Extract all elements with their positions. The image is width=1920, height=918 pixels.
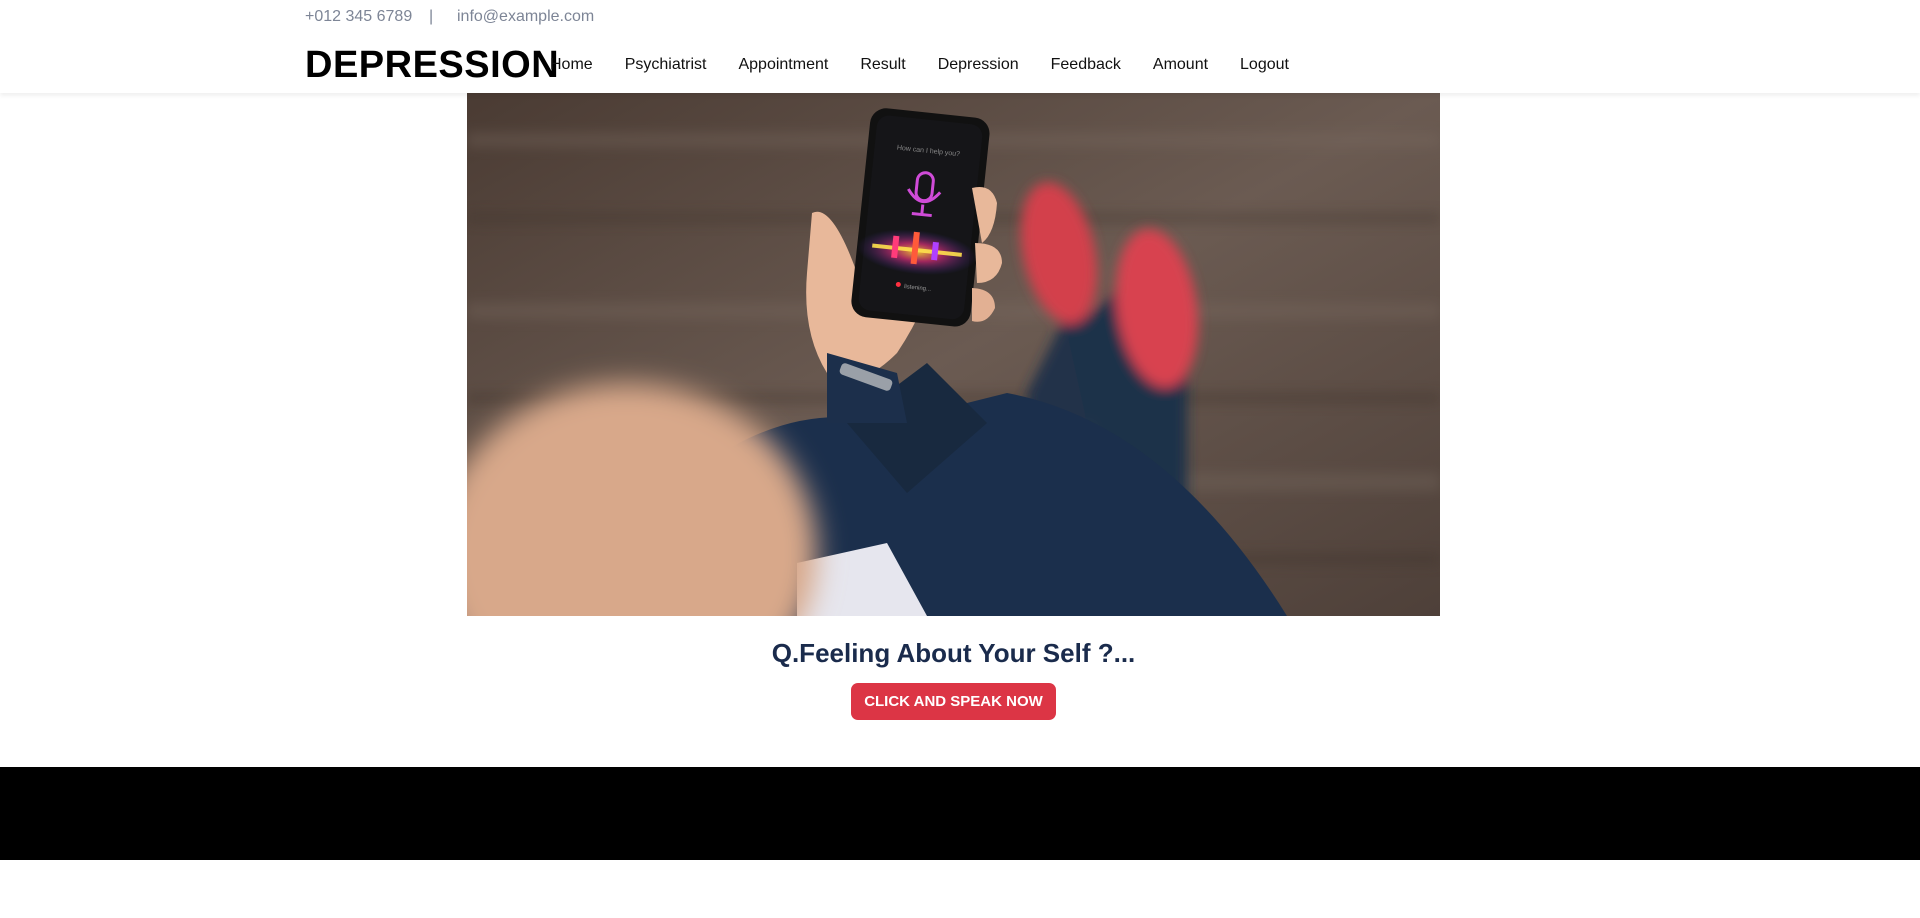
nav-item-home[interactable]: Home: [550, 56, 593, 74]
nav-item-result[interactable]: Result: [860, 56, 905, 74]
contact-separator: |: [429, 8, 434, 25]
nav-item-amount[interactable]: Amount: [1153, 56, 1208, 74]
top-info-bar: +012 345 6789 | info@example.com: [0, 0, 1920, 38]
main-navbar: DEPRESSION Home Psychiatrist Appointment…: [0, 37, 1920, 93]
nav-item-logout[interactable]: Logout: [1240, 56, 1289, 74]
contact-phone: +012 345 6789: [305, 8, 413, 25]
question-heading: Q.Feeling About Your Self ?...: [771, 638, 1136, 668]
nav-item-feedback[interactable]: Feedback: [1051, 56, 1121, 74]
speak-now-button[interactable]: CLICK AND SPEAK NOW: [851, 683, 1056, 720]
nav-item-psychiatrist[interactable]: Psychiatrist: [625, 56, 707, 74]
brand-logo[interactable]: DEPRESSION: [305, 43, 559, 87]
nav-menu: Home Psychiatrist Appointment Result Dep…: [550, 37, 1321, 93]
hero-image: How can I help you? listening...: [467, 93, 1440, 616]
contact-email[interactable]: info@example.com: [457, 8, 594, 26]
nav-item-appointment[interactable]: Appointment: [738, 56, 828, 74]
nav-item-depression[interactable]: Depression: [938, 56, 1019, 74]
footer-bar: [0, 767, 1920, 860]
hero-illustration: How can I help you? listening...: [467, 93, 1440, 616]
